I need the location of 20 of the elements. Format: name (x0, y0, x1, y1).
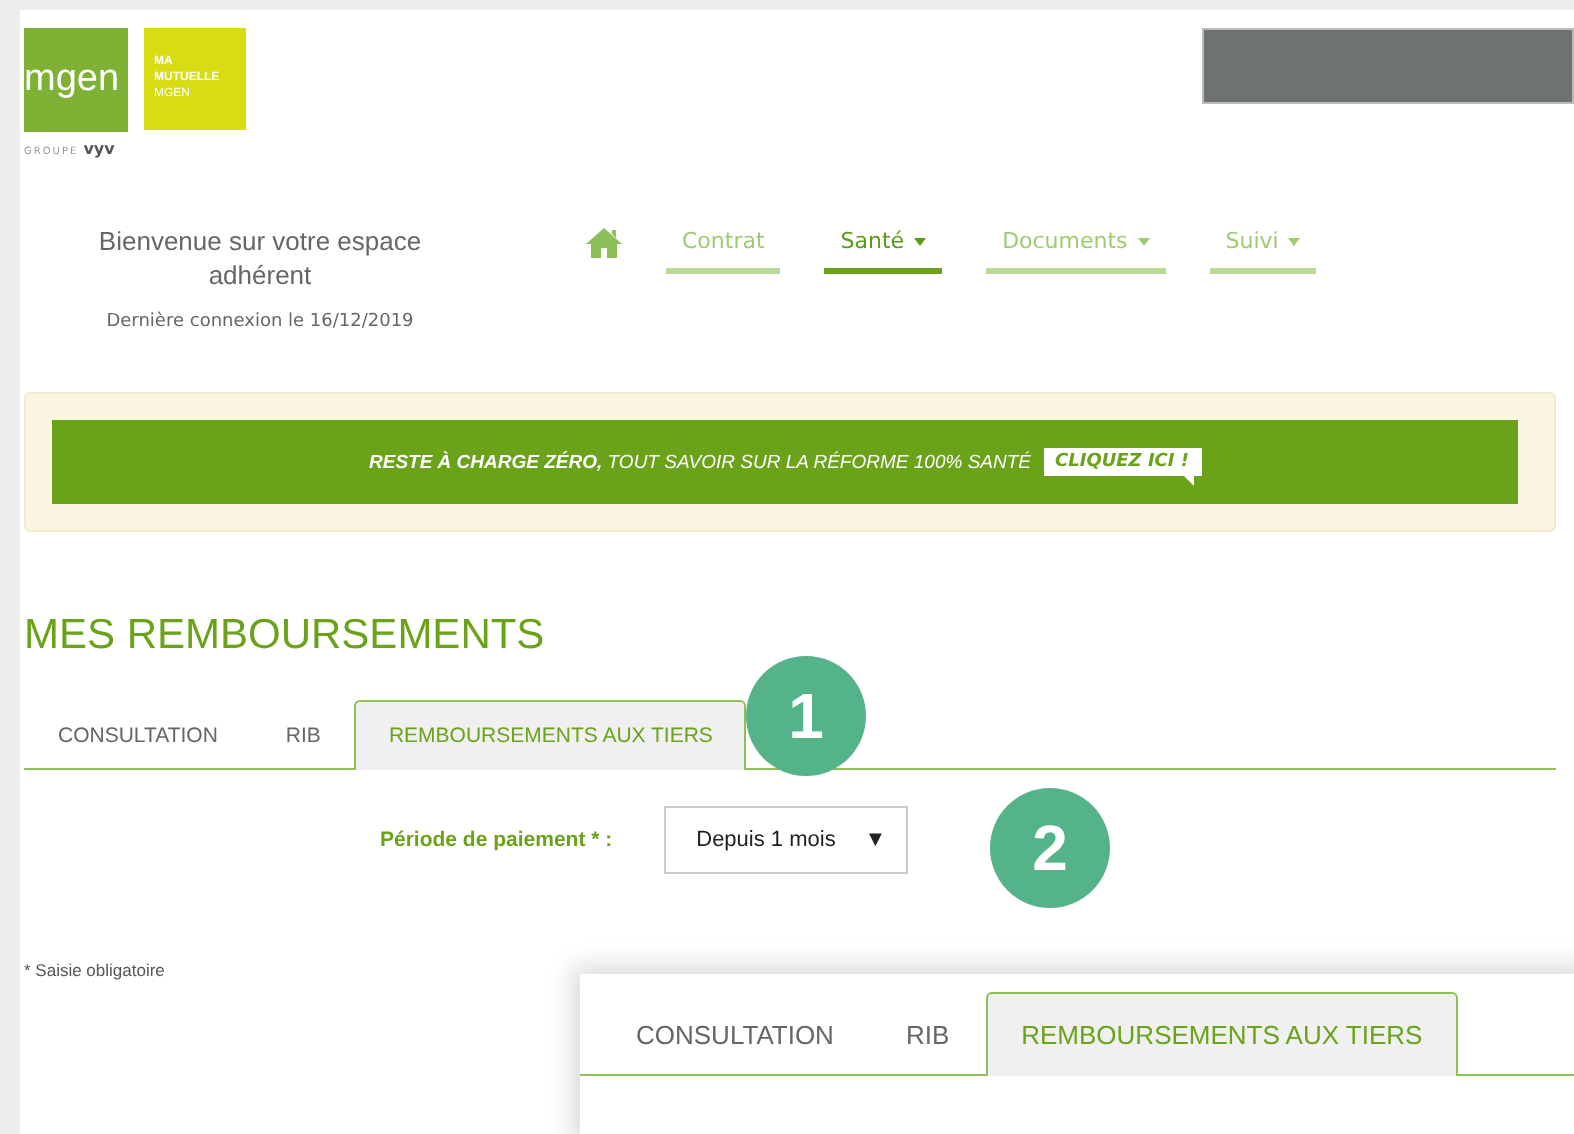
tab[interactable]: REMBOURSEMENTS AUX TIERS (354, 700, 747, 770)
nav-tab[interactable]: Suivi (1209, 224, 1317, 274)
tab[interactable]: REMBOURSEMENTS AUX TIERS (985, 992, 1459, 1076)
welcome-title: Bienvenue sur votre espace adhérent (96, 224, 424, 292)
home-icon[interactable] (586, 228, 622, 258)
nav-tab[interactable]: Documents (986, 224, 1166, 274)
tab[interactable]: RIB (251, 700, 355, 770)
page-title: MES REMBOURSEMENTS (24, 612, 547, 660)
promo-link[interactable]: CLIQUEZ ICI ! (1043, 448, 1201, 486)
promo-text: RESTE À CHARGE ZÉRO, TOUT SAVOIR SUR LA RÉFORME 100% SANTÉ (369, 451, 1031, 473)
tab[interactable]: CONSULTATION (600, 992, 870, 1076)
field-label: Période de paiement * : (380, 828, 613, 852)
required-note: * Saisie obligatoire (24, 960, 167, 980)
period-select[interactable]: Depuis 1 mois ▼ (664, 806, 909, 874)
tab[interactable]: RIB (869, 992, 986, 1076)
nav-tab[interactable]: Contrat (666, 224, 781, 274)
nav-tab[interactable]: Santé (824, 224, 943, 274)
tab[interactable]: CONSULTATION (24, 700, 252, 770)
mgen-logo: mgen (24, 28, 128, 132)
last-login: Dernière connexion le 16/12/2019 (106, 312, 414, 332)
